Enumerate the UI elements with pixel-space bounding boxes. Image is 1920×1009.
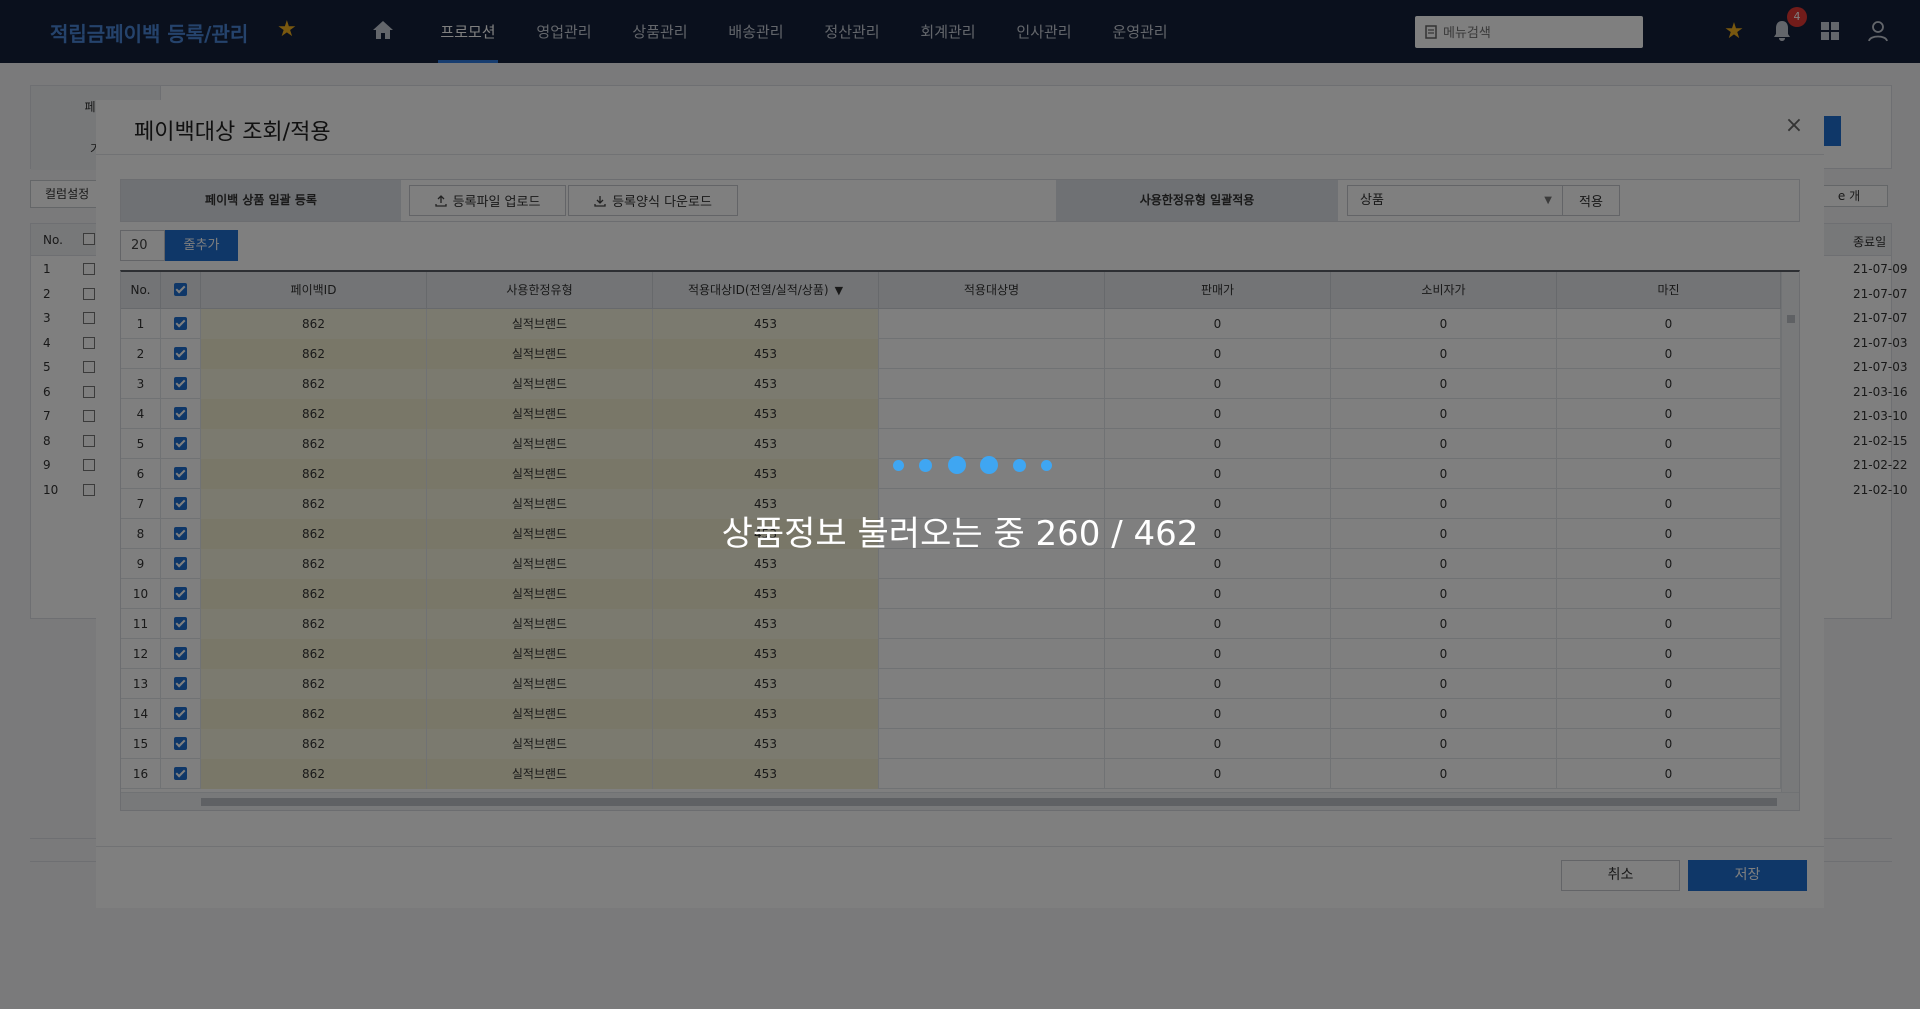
- loading-progress-text: 상품정보 불러오는 중 260 / 462: [721, 514, 1199, 554]
- spinner-dot: [1013, 459, 1026, 472]
- spinner-dot: [919, 459, 932, 472]
- loading-overlay: [96, 100, 1824, 908]
- loading-spinner: [893, 453, 1053, 477]
- spinner-dot: [1041, 460, 1052, 471]
- spinner-dot: [948, 456, 966, 474]
- spinner-dot: [893, 460, 904, 471]
- spinner-dot: [980, 456, 998, 474]
